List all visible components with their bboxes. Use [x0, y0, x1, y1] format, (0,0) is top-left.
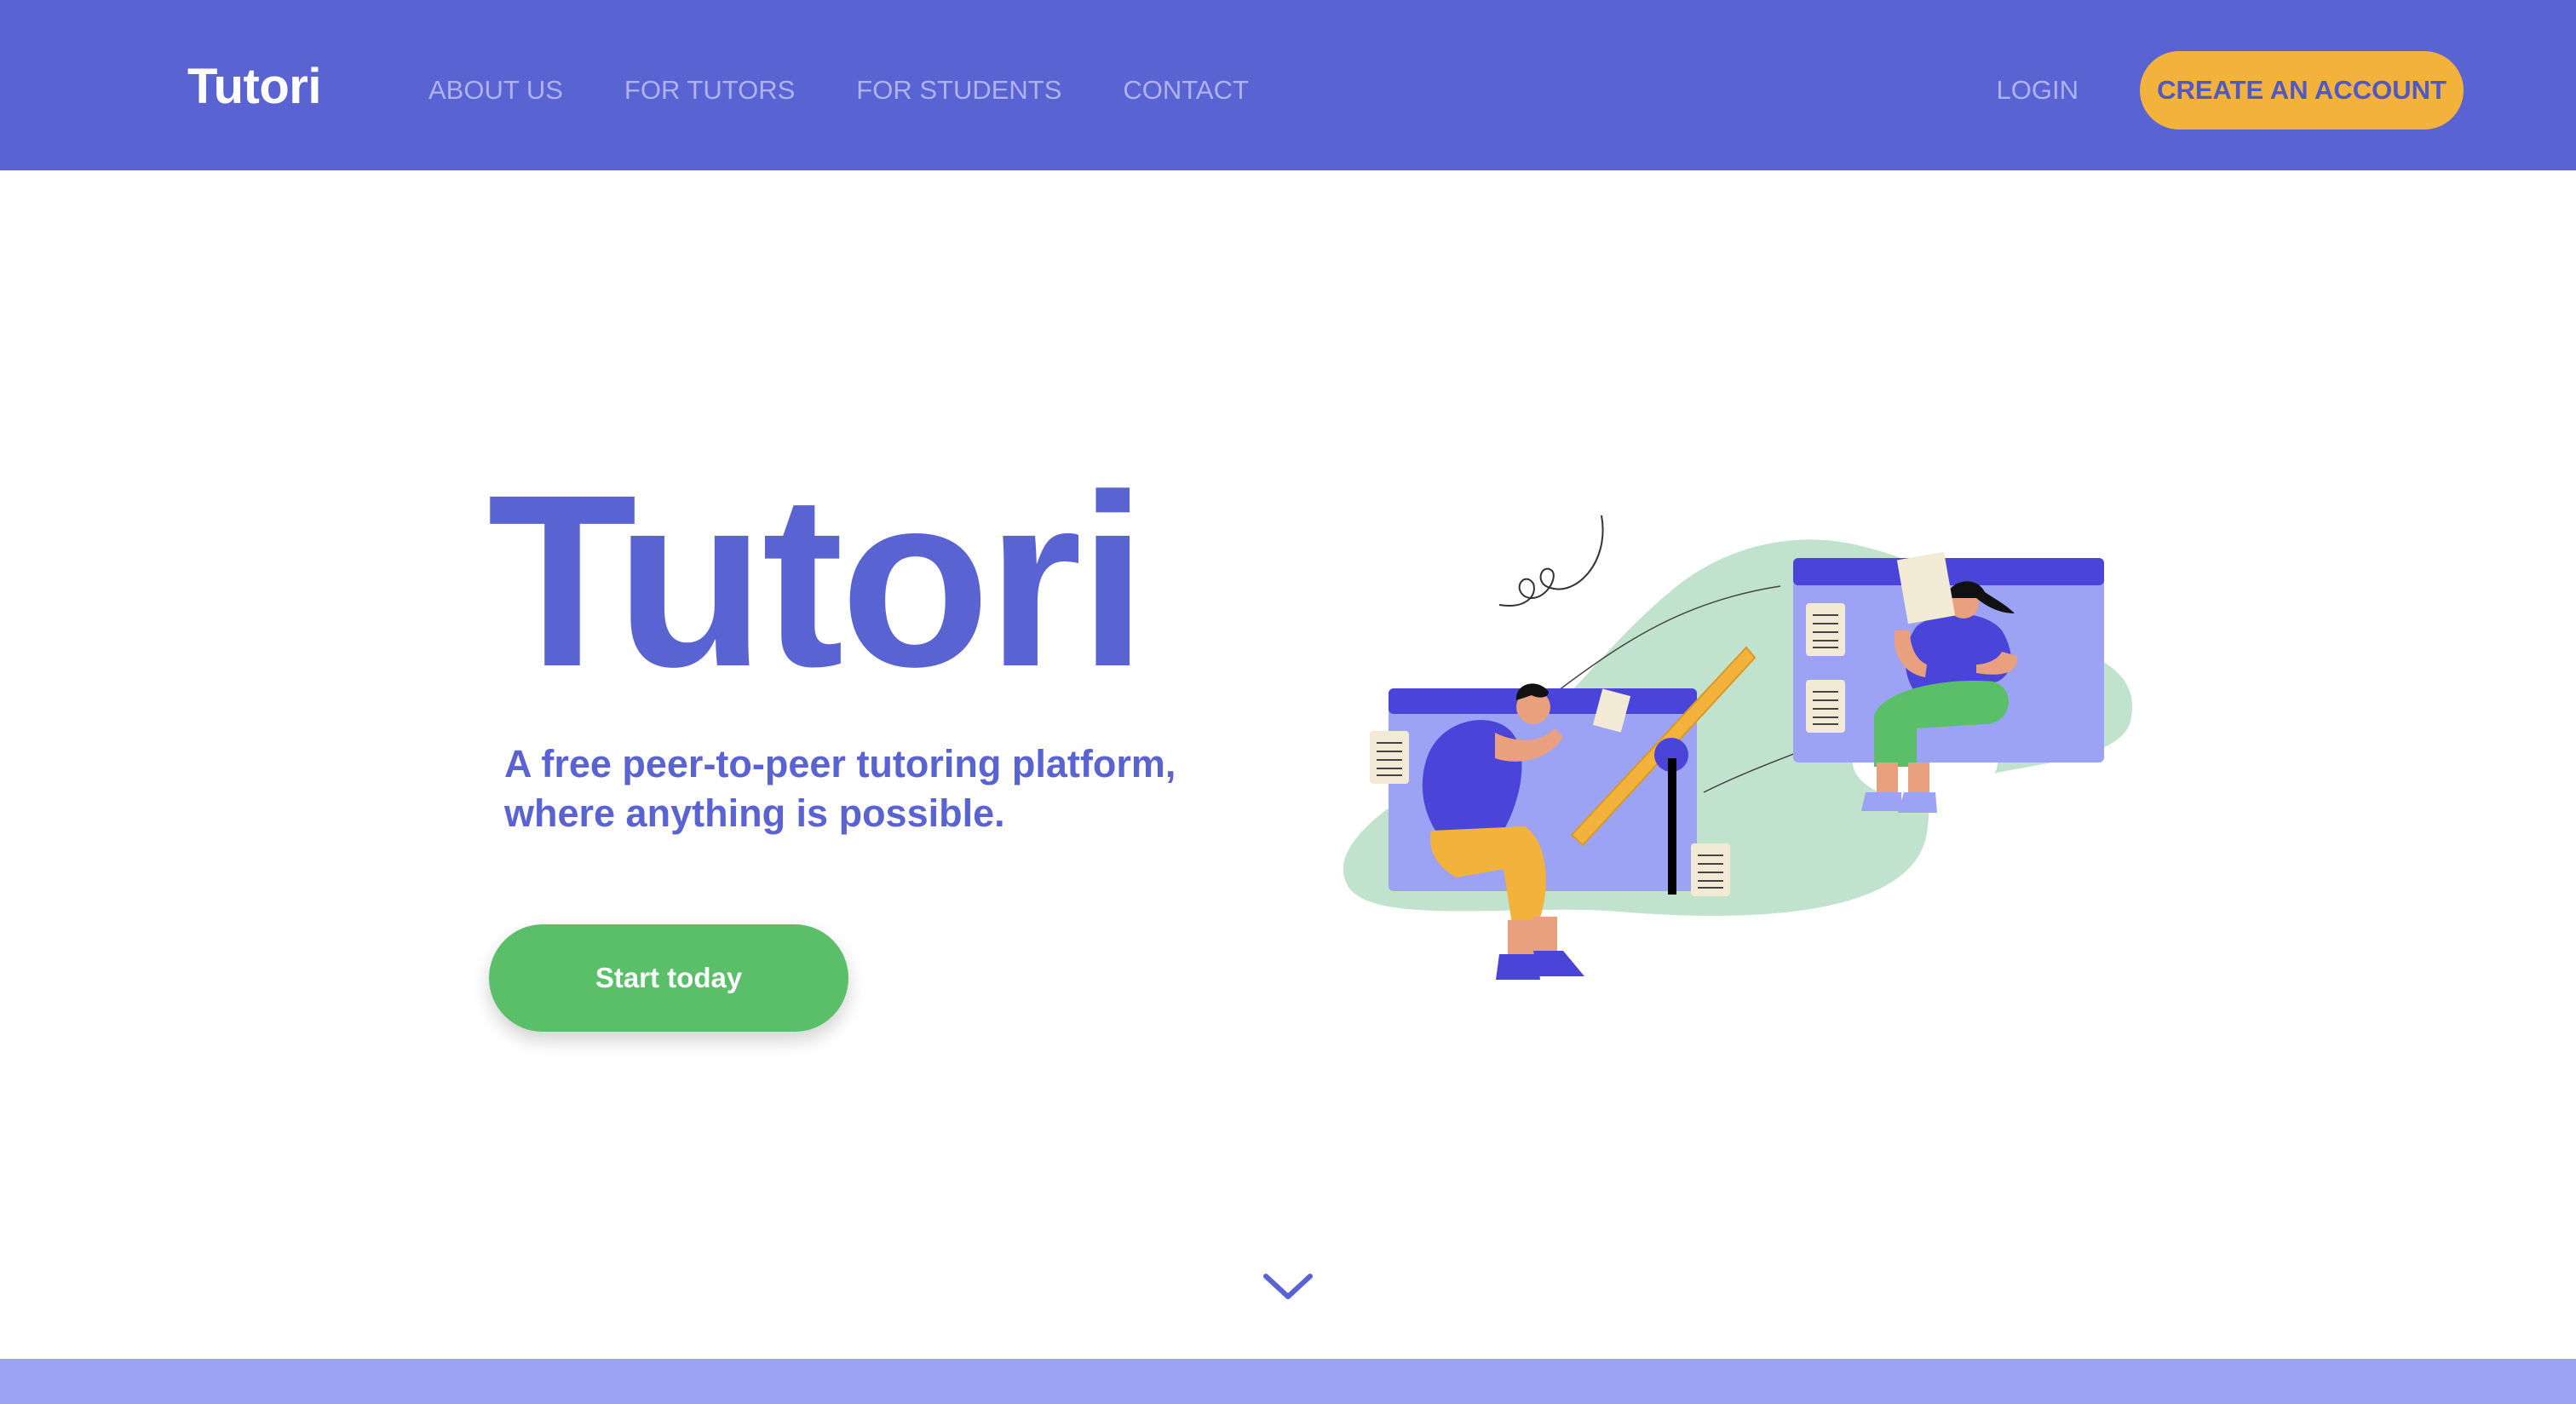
login-link[interactable]: LOGIN: [1997, 75, 2079, 106]
main-nav: ABOUT US FOR TUTORS FOR STUDENTS CONTACT: [428, 75, 1249, 106]
nav-for-tutors[interactable]: FOR TUTORS: [624, 75, 795, 106]
hero-title: Tutori: [487, 444, 1147, 718]
hero-subtitle-line-2: where anything is possible.: [504, 791, 1005, 835]
nav-about-us[interactable]: ABOUT US: [428, 75, 563, 106]
note-paper-left: [1370, 731, 1409, 784]
hero-subtitle: A free peer-to-peer tutoring platform, w…: [504, 739, 1271, 838]
next-section-band: [0, 1359, 2576, 1404]
hero-subtitle-line-1: A free peer-to-peer tutoring platform,: [504, 742, 1176, 785]
chevron-down-icon[interactable]: [1261, 1269, 1315, 1303]
note-paper-right-1: [1806, 603, 1845, 656]
nav-contact[interactable]: CONTACT: [1123, 75, 1249, 106]
note-paper-right-2: [1806, 680, 1845, 733]
start-today-button[interactable]: Start today: [489, 924, 848, 1032]
nav-for-students[interactable]: FOR STUDENTS: [856, 75, 1061, 106]
create-account-button[interactable]: CREATE AN ACCOUNT: [2140, 51, 2464, 129]
note-paper-bottom: [1691, 843, 1730, 896]
tutoring-illustration: [1343, 515, 2133, 980]
decorative-swirl: [1498, 515, 1604, 607]
top-navbar: Tutori ABOUT US FOR TUTORS FOR STUDENTS …: [0, 0, 2576, 170]
brand-logo[interactable]: Tutori: [187, 58, 321, 115]
